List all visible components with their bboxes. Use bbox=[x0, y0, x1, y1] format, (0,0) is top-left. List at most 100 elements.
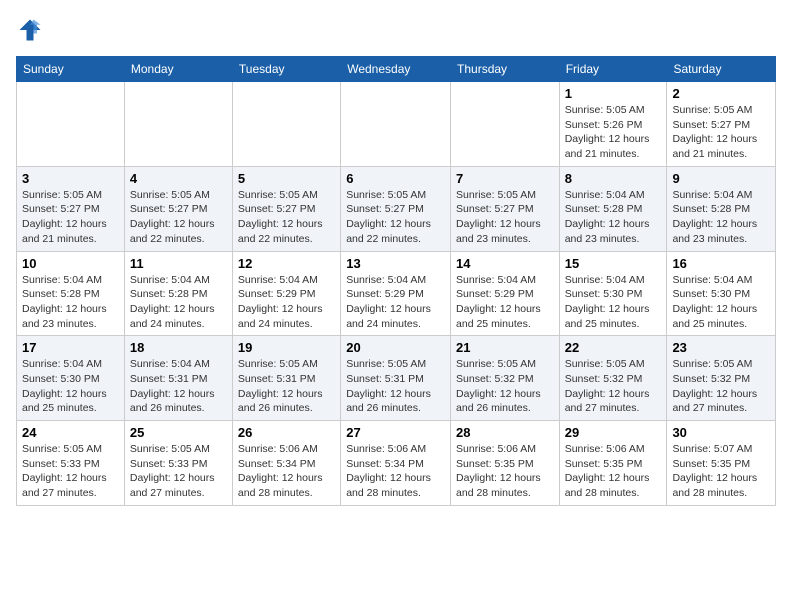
calendar-cell: 26 Sunrise: 5:06 AM Sunset: 5:34 PM Dayli… bbox=[232, 421, 340, 506]
day-info: Sunrise: 5:05 AM Sunset: 5:27 PM Dayligh… bbox=[672, 103, 770, 162]
day-info: Sunrise: 5:04 AM Sunset: 5:28 PM Dayligh… bbox=[22, 273, 119, 332]
day-number: 26 bbox=[238, 425, 335, 440]
calendar-cell: 4 Sunrise: 5:05 AM Sunset: 5:27 PM Daylig… bbox=[124, 166, 232, 251]
calendar-week-row: 17 Sunrise: 5:04 AM Sunset: 5:30 PM Dayli… bbox=[17, 336, 776, 421]
day-number: 15 bbox=[565, 256, 662, 271]
day-number: 13 bbox=[346, 256, 445, 271]
calendar-cell bbox=[341, 82, 451, 167]
day-info: Sunrise: 5:05 AM Sunset: 5:33 PM Dayligh… bbox=[130, 442, 227, 501]
calendar-cell: 9 Sunrise: 5:04 AM Sunset: 5:28 PM Daylig… bbox=[667, 166, 776, 251]
day-number: 23 bbox=[672, 340, 770, 355]
calendar-cell: 8Sunrise: 5:04 AM Sunset: 5:28 PM Daylig… bbox=[559, 166, 667, 251]
day-number: 21 bbox=[456, 340, 554, 355]
day-info: Sunrise: 5:04 AM Sunset: 5:28 PM Dayligh… bbox=[130, 273, 227, 332]
page: SundayMondayTuesdayWednesdayThursdayFrid… bbox=[0, 0, 792, 514]
day-info: Sunrise: 5:05 AM Sunset: 5:26 PM Dayligh… bbox=[565, 103, 662, 162]
day-number: 8 bbox=[565, 171, 662, 186]
calendar-table: SundayMondayTuesdayWednesdayThursdayFrid… bbox=[16, 56, 776, 506]
calendar-cell: 30 Sunrise: 5:07 AM Sunset: 5:35 PM Dayli… bbox=[667, 421, 776, 506]
calendar-header-sunday: Sunday bbox=[17, 57, 125, 82]
day-number: 30 bbox=[672, 425, 770, 440]
day-info: Sunrise: 5:04 AM Sunset: 5:30 PM Dayligh… bbox=[672, 273, 770, 332]
day-number: 29 bbox=[565, 425, 662, 440]
calendar-cell: 28 Sunrise: 5:06 AM Sunset: 5:35 PM Dayli… bbox=[451, 421, 560, 506]
day-number: 1 bbox=[565, 86, 662, 101]
day-info: Sunrise: 5:04 AM Sunset: 5:29 PM Dayligh… bbox=[456, 273, 554, 332]
calendar-cell: 18 Sunrise: 5:04 AM Sunset: 5:31 PM Dayli… bbox=[124, 336, 232, 421]
day-number: 22 bbox=[565, 340, 662, 355]
day-info: Sunrise: 5:05 AM Sunset: 5:32 PM Dayligh… bbox=[565, 357, 662, 416]
day-number: 24 bbox=[22, 425, 119, 440]
calendar-cell bbox=[17, 82, 125, 167]
day-info: Sunrise: 5:06 AM Sunset: 5:35 PM Dayligh… bbox=[456, 442, 554, 501]
calendar-cell bbox=[451, 82, 560, 167]
calendar-cell bbox=[124, 82, 232, 167]
logo-icon bbox=[16, 16, 44, 44]
day-number: 20 bbox=[346, 340, 445, 355]
day-info: Sunrise: 5:05 AM Sunset: 5:27 PM Dayligh… bbox=[346, 188, 445, 247]
calendar-header-row: SundayMondayTuesdayWednesdayThursdayFrid… bbox=[17, 57, 776, 82]
day-number: 4 bbox=[130, 171, 227, 186]
day-info: Sunrise: 5:06 AM Sunset: 5:34 PM Dayligh… bbox=[346, 442, 445, 501]
day-number: 16 bbox=[672, 256, 770, 271]
day-number: 18 bbox=[130, 340, 227, 355]
day-info: Sunrise: 5:04 AM Sunset: 5:29 PM Dayligh… bbox=[238, 273, 335, 332]
calendar-cell: 21 Sunrise: 5:05 AM Sunset: 5:32 PM Dayli… bbox=[451, 336, 560, 421]
day-info: Sunrise: 5:06 AM Sunset: 5:34 PM Dayligh… bbox=[238, 442, 335, 501]
calendar-cell: 7 Sunrise: 5:05 AM Sunset: 5:27 PM Daylig… bbox=[451, 166, 560, 251]
calendar-cell: 11Sunrise: 5:04 AM Sunset: 5:28 PM Dayli… bbox=[124, 251, 232, 336]
calendar-cell: 19 Sunrise: 5:05 AM Sunset: 5:31 PM Dayli… bbox=[232, 336, 340, 421]
calendar-cell: 17 Sunrise: 5:04 AM Sunset: 5:30 PM Dayli… bbox=[17, 336, 125, 421]
day-info: Sunrise: 5:05 AM Sunset: 5:32 PM Dayligh… bbox=[672, 357, 770, 416]
calendar-week-row: 3Sunrise: 5:05 AM Sunset: 5:27 PM Daylig… bbox=[17, 166, 776, 251]
calendar-cell: 14 Sunrise: 5:04 AM Sunset: 5:29 PM Dayli… bbox=[451, 251, 560, 336]
day-number: 19 bbox=[238, 340, 335, 355]
calendar-week-row: 24 Sunrise: 5:05 AM Sunset: 5:33 PM Dayli… bbox=[17, 421, 776, 506]
day-info: Sunrise: 5:07 AM Sunset: 5:35 PM Dayligh… bbox=[672, 442, 770, 501]
day-info: Sunrise: 5:05 AM Sunset: 5:31 PM Dayligh… bbox=[346, 357, 445, 416]
day-number: 27 bbox=[346, 425, 445, 440]
day-number: 28 bbox=[456, 425, 554, 440]
calendar-cell: 2 Sunrise: 5:05 AM Sunset: 5:27 PM Daylig… bbox=[667, 82, 776, 167]
header bbox=[16, 16, 776, 44]
day-info: Sunrise: 5:05 AM Sunset: 5:27 PM Dayligh… bbox=[130, 188, 227, 247]
day-info: Sunrise: 5:04 AM Sunset: 5:31 PM Dayligh… bbox=[130, 357, 227, 416]
calendar-cell: 13 Sunrise: 5:04 AM Sunset: 5:29 PM Dayli… bbox=[341, 251, 451, 336]
calendar-cell: 22 Sunrise: 5:05 AM Sunset: 5:32 PM Dayli… bbox=[559, 336, 667, 421]
calendar-cell: 20 Sunrise: 5:05 AM Sunset: 5:31 PM Dayli… bbox=[341, 336, 451, 421]
day-info: Sunrise: 5:06 AM Sunset: 5:35 PM Dayligh… bbox=[565, 442, 662, 501]
calendar-cell bbox=[232, 82, 340, 167]
day-number: 17 bbox=[22, 340, 119, 355]
day-info: Sunrise: 5:04 AM Sunset: 5:29 PM Dayligh… bbox=[346, 273, 445, 332]
day-number: 7 bbox=[456, 171, 554, 186]
day-info: Sunrise: 5:04 AM Sunset: 5:28 PM Dayligh… bbox=[672, 188, 770, 247]
day-number: 12 bbox=[238, 256, 335, 271]
calendar-cell: 29 Sunrise: 5:06 AM Sunset: 5:35 PM Dayli… bbox=[559, 421, 667, 506]
calendar-cell: 12 Sunrise: 5:04 AM Sunset: 5:29 PM Dayli… bbox=[232, 251, 340, 336]
day-number: 10 bbox=[22, 256, 119, 271]
day-info: Sunrise: 5:05 AM Sunset: 5:27 PM Dayligh… bbox=[238, 188, 335, 247]
calendar-header-wednesday: Wednesday bbox=[341, 57, 451, 82]
logo bbox=[16, 16, 48, 44]
day-number: 14 bbox=[456, 256, 554, 271]
calendar-cell: 1 Sunrise: 5:05 AM Sunset: 5:26 PM Daylig… bbox=[559, 82, 667, 167]
calendar-header-tuesday: Tuesday bbox=[232, 57, 340, 82]
day-number: 9 bbox=[672, 171, 770, 186]
day-info: Sunrise: 5:05 AM Sunset: 5:27 PM Dayligh… bbox=[456, 188, 554, 247]
calendar-cell: 27 Sunrise: 5:06 AM Sunset: 5:34 PM Dayli… bbox=[341, 421, 451, 506]
day-info: Sunrise: 5:04 AM Sunset: 5:30 PM Dayligh… bbox=[565, 273, 662, 332]
day-number: 5 bbox=[238, 171, 335, 186]
calendar-cell: 25 Sunrise: 5:05 AM Sunset: 5:33 PM Dayli… bbox=[124, 421, 232, 506]
calendar-cell: 15 Sunrise: 5:04 AM Sunset: 5:30 PM Dayli… bbox=[559, 251, 667, 336]
day-info: Sunrise: 5:05 AM Sunset: 5:31 PM Dayligh… bbox=[238, 357, 335, 416]
day-number: 2 bbox=[672, 86, 770, 101]
calendar-cell: 3Sunrise: 5:05 AM Sunset: 5:27 PM Daylig… bbox=[17, 166, 125, 251]
calendar-cell: 23 Sunrise: 5:05 AM Sunset: 5:32 PM Dayli… bbox=[667, 336, 776, 421]
calendar-cell: 24Sunrise: 5:05 AM Sunset: 5:33 PM Dayli… bbox=[17, 421, 125, 506]
calendar-cell: 6Sunrise: 5:05 AM Sunset: 5:27 PM Daylig… bbox=[341, 166, 451, 251]
calendar-week-row: 10 Sunrise: 5:04 AM Sunset: 5:28 PM Dayli… bbox=[17, 251, 776, 336]
day-number: 25 bbox=[130, 425, 227, 440]
day-info: Sunrise: 5:05 AM Sunset: 5:32 PM Dayligh… bbox=[456, 357, 554, 416]
calendar-week-row: 1 Sunrise: 5:05 AM Sunset: 5:26 PM Daylig… bbox=[17, 82, 776, 167]
day-info: Sunrise: 5:04 AM Sunset: 5:30 PM Dayligh… bbox=[22, 357, 119, 416]
